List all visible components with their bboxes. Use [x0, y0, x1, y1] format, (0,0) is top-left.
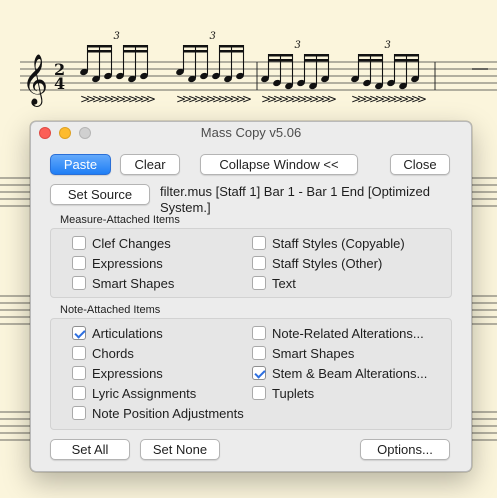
- note-position-adjustments-option[interactable]: Note Position Adjustments: [72, 405, 244, 421]
- note-attached-label: Note-Attached Items: [60, 304, 161, 316]
- beam: [123, 45, 148, 48]
- option-label: Tuplets: [272, 385, 315, 401]
- note-smart-shapes-option[interactable]: Smart Shapes: [252, 345, 354, 361]
- beam: [268, 54, 293, 57]
- checkbox[interactable]: [72, 386, 86, 400]
- checkbox[interactable]: [72, 346, 86, 360]
- option-label: Expressions: [92, 255, 163, 271]
- mass-copy-dialog: Mass Copy v5.06 Paste Clear Collapse Win…: [30, 121, 472, 472]
- smart-shapes-option[interactable]: Smart Shapes: [72, 275, 174, 291]
- treble-clef-icon: 𝄞: [22, 54, 48, 107]
- beam: [268, 59, 293, 62]
- accent-mark: >: [327, 92, 337, 106]
- beam: [304, 59, 329, 62]
- checkbox[interactable]: [72, 236, 86, 250]
- accent-mark: >: [242, 92, 252, 106]
- beam: [219, 45, 244, 48]
- accent-mark: >: [146, 92, 156, 106]
- accent-mark: >: [417, 92, 427, 106]
- clef-changes-option[interactable]: Clef Changes: [72, 235, 171, 251]
- set-all-button[interactable]: Set All: [50, 439, 130, 460]
- checkbox[interactable]: [252, 236, 266, 250]
- stem-beam-alterations-option[interactable]: Stem & Beam Alterations...: [252, 365, 427, 381]
- staff-top: [20, 61, 497, 91]
- checkbox[interactable]: [252, 346, 266, 360]
- tuplets-option[interactable]: Tuplets: [252, 385, 314, 401]
- tuplet-number: 3: [295, 40, 301, 51]
- option-label: Note Position Adjustments: [92, 405, 244, 421]
- option-label: Clef Changes: [92, 235, 171, 251]
- set-source-button[interactable]: Set Source: [50, 184, 150, 205]
- window-title: Mass Copy v5.06: [200, 125, 302, 140]
- lyric-assignments-option[interactable]: Lyric Assignments: [72, 385, 196, 401]
- staff-styles-copyable-option[interactable]: Staff Styles (Copyable): [252, 235, 405, 251]
- beam: [304, 54, 329, 57]
- beam: [358, 54, 383, 57]
- paste-button[interactable]: Paste: [50, 154, 111, 175]
- option-label: Staff Styles (Other): [272, 255, 383, 271]
- staff-styles-other-option[interactable]: Staff Styles (Other): [252, 255, 382, 271]
- text-option[interactable]: Text: [252, 275, 296, 291]
- tuplet-number: 3: [385, 40, 391, 51]
- beam: [358, 59, 383, 62]
- checkbox[interactable]: [72, 326, 86, 340]
- close-button[interactable]: Close: [390, 154, 450, 175]
- beam: [123, 50, 148, 53]
- checkbox[interactable]: [252, 366, 266, 380]
- expressions-option[interactable]: Expressions: [72, 255, 163, 271]
- option-label: Chords: [92, 345, 134, 361]
- option-label: Expressions: [92, 365, 163, 381]
- clear-button[interactable]: Clear: [120, 154, 180, 175]
- time-signature-bottom: 4: [54, 74, 65, 93]
- option-label: Staff Styles (Copyable): [272, 235, 405, 251]
- tuplet-number: 3: [114, 31, 120, 42]
- checkbox[interactable]: [72, 256, 86, 270]
- collapse-window-button[interactable]: Collapse Window <<: [200, 154, 358, 175]
- tuplet-number: 3: [210, 31, 216, 42]
- chords-option[interactable]: Chords: [72, 345, 134, 361]
- option-label: Articulations: [92, 325, 163, 341]
- checkbox[interactable]: [252, 276, 266, 290]
- beam: [87, 45, 112, 48]
- options-button[interactable]: Options...: [360, 439, 450, 460]
- option-label: Smart Shapes: [92, 275, 175, 291]
- checkbox[interactable]: [252, 256, 266, 270]
- title-bar[interactable]: Mass Copy v5.06: [31, 122, 471, 144]
- option-label: Lyric Assignments: [92, 385, 197, 401]
- note-attached-group: Articulations Chords Expressions Lyric A…: [50, 318, 452, 430]
- source-description: filter.mus [Staff 1] Bar 1 - Bar 1 End […: [160, 184, 430, 215]
- option-label: Stem & Beam Alterations...: [272, 365, 428, 381]
- beam: [183, 45, 208, 48]
- beam: [394, 59, 419, 62]
- measure-attached-group: Clef Changes Expressions Smart Shapes St…: [50, 228, 452, 298]
- checkbox[interactable]: [252, 326, 266, 340]
- beam: [394, 54, 419, 57]
- option-label: Smart Shapes: [272, 345, 355, 361]
- checkbox[interactable]: [72, 276, 86, 290]
- articulations-option[interactable]: Articulations: [72, 325, 163, 341]
- option-label: Text: [272, 275, 296, 291]
- checkbox[interactable]: [72, 406, 86, 420]
- option-label: Note-Related Alterations...: [272, 325, 424, 341]
- set-none-button[interactable]: Set None: [140, 439, 220, 460]
- beam: [87, 50, 112, 53]
- beam: [219, 50, 244, 53]
- beam: [183, 50, 208, 53]
- note-expressions-option[interactable]: Expressions: [72, 365, 163, 381]
- note-group: >>>>>>3>>>>>> >>>>>>3>>>>>> >>>>>>3>>>>>> >…: [80, 31, 427, 106]
- note-related-alterations-option[interactable]: Note-Related Alterations...: [252, 325, 424, 341]
- measure-attached-label: Measure-Attached Items: [60, 214, 180, 226]
- checkbox[interactable]: [72, 366, 86, 380]
- checkbox[interactable]: [252, 386, 266, 400]
